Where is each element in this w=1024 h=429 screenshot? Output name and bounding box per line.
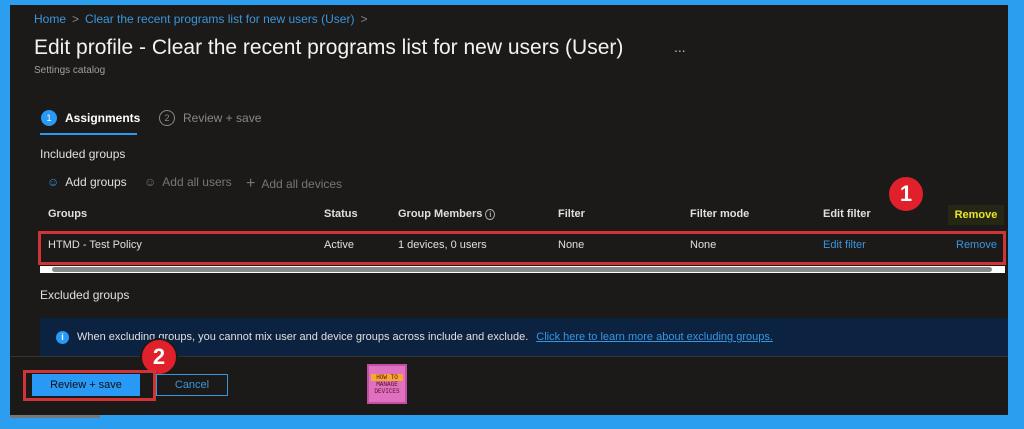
callout-badge-1: 1 [887,175,925,213]
tab-review-save[interactable]: 2 Review + save [159,110,261,126]
remove-link[interactable]: Remove [956,239,997,251]
column-header-filter-mode: Filter mode [690,208,750,220]
tab-label: Review + save [183,111,262,125]
page-title: Edit profile - Clear the recent programs… [34,36,624,59]
column-header-group-members: Group Members i [398,208,496,220]
edit-filter-link[interactable]: Edit filter [823,239,866,251]
cell-members: 1 devices, 0 users [398,239,487,251]
add-all-devices-button[interactable]: + Add all devices [246,175,342,193]
page-subtitle: Settings catalog [34,65,106,76]
plus-icon: + [246,175,256,192]
column-header-remove: Remove [948,205,1004,225]
step-number-icon: 1 [41,110,57,126]
table-horizontal-scrollbar[interactable] [40,266,1005,273]
cancel-button[interactable]: Cancel [156,374,228,396]
step-number-icon: 2 [159,110,175,126]
tab-assignments[interactable]: 1 Assignments [41,110,140,126]
add-user-icon: ☺ [47,175,60,189]
add-all-users-label: Add all users [162,175,232,189]
page-horizontal-scrollbar[interactable] [10,415,100,418]
column-header-status: Status [324,208,358,220]
info-icon: i [56,330,69,344]
active-tab-indicator [40,133,137,135]
edit-profile-panel: Home > Clear the recent programs list for … [10,5,1008,418]
more-options-icon[interactable]: ... [674,39,686,55]
info-text: When excluding groups, you cannot mix us… [77,331,529,343]
column-header-groups: Groups [48,208,88,220]
chevron-right-icon: > [360,12,368,26]
cell-group: HTMD - Test Policy [48,239,142,251]
breadcrumb: Home > Clear the recent programs list for … [34,12,373,26]
add-all-devices-label: Add all devices [261,177,343,191]
cell-status: Active [324,239,354,251]
cell-filter-mode: None [690,239,717,251]
included-groups-heading: Included groups [40,147,126,161]
review-save-button[interactable]: Review + save [32,374,140,396]
info-icon[interactable]: i [485,209,496,220]
column-header-filter: Filter [558,208,585,220]
tab-label: Assignments [65,111,141,125]
info-banner: i When excluding groups, you cannot mix … [40,318,1008,356]
excluded-groups-heading: Excluded groups [40,288,130,302]
how-to-manage-devices-logo: HOW TO MANAGE DEVICES [367,364,407,404]
add-groups-label: Add groups [65,175,127,189]
column-header-edit-filter: Edit filter [823,208,871,220]
add-all-users-button[interactable]: ☺ Add all users [144,175,232,189]
add-groups-button[interactable]: ☺ Add groups [47,175,127,189]
cell-filter: None [558,239,585,251]
learn-more-link[interactable]: Click here to learn more about excluding… [536,331,773,343]
breadcrumb-home[interactable]: Home [34,12,66,26]
scrollbar-thumb[interactable] [52,267,992,272]
chevron-right-icon: > [72,12,80,26]
group-members-label: Group Members [398,208,483,220]
users-icon: ☺ [144,175,157,189]
breadcrumb-profile[interactable]: Clear the recent programs list for new u… [85,12,354,26]
